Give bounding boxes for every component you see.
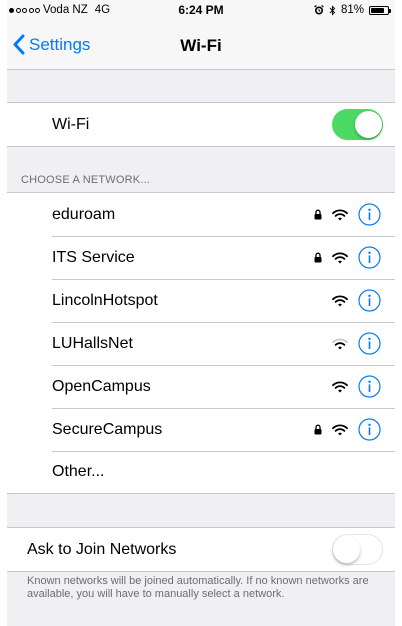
network-status-icons <box>314 289 381 312</box>
wifi-signal-icon <box>332 208 348 220</box>
lock-icon <box>314 252 322 263</box>
info-icon[interactable] <box>358 332 381 355</box>
lock-icon <box>314 424 322 435</box>
network-name: OpenCampus <box>52 377 151 395</box>
ask-to-join-label: Ask to Join Networks <box>27 540 177 558</box>
other-network-row[interactable]: Other... <box>7 450 395 493</box>
wifi-signal-icon <box>332 337 348 349</box>
network-status-icons <box>314 418 381 441</box>
network-status-icons <box>314 375 381 398</box>
wifi-signal-icon <box>332 251 348 263</box>
other-network-label: Other... <box>52 462 105 480</box>
info-icon[interactable] <box>358 246 381 269</box>
network-name: LincolnHotspot <box>52 291 158 309</box>
wifi-signal-icon <box>332 380 348 392</box>
status-right: 81% <box>314 4 391 16</box>
navigation-bar: Settings Wi-Fi <box>7 22 395 70</box>
network-name: SecureCampus <box>52 420 163 438</box>
network-status-icons <box>314 203 381 226</box>
ask-to-join-description: Known networks will be joined automatica… <box>27 575 369 600</box>
battery-percentage: 81% <box>340 4 364 16</box>
network-name: eduroam <box>52 205 116 223</box>
alarm-icon <box>314 5 324 15</box>
page-title: Wi-Fi <box>180 36 222 55</box>
network-status-icons <box>314 332 381 355</box>
network-name: ITS Service <box>52 248 135 266</box>
status-bar: Voda NZ 4G 6:24 PM 81% <box>7 0 395 22</box>
wifi-toggle-label: Wi-Fi <box>52 115 90 133</box>
ask-to-join-row: Ask to Join Networks <box>7 528 395 571</box>
bluetooth-icon <box>329 4 336 16</box>
lock-icon <box>314 209 322 220</box>
network-row[interactable]: OpenCampus <box>7 365 395 408</box>
wifi-signal-icon <box>332 294 348 306</box>
network-row[interactable]: eduroam <box>7 193 395 236</box>
wifi-toggle-row: Wi-Fi <box>7 103 395 146</box>
battery-icon <box>369 5 391 15</box>
wifi-toggle-switch[interactable] <box>332 109 383 140</box>
network-row[interactable]: ITS Service <box>7 236 395 279</box>
network-row[interactable]: LUHallsNet <box>7 322 395 365</box>
info-icon[interactable] <box>358 203 381 226</box>
info-icon[interactable] <box>358 289 381 312</box>
network-status-icons <box>314 246 381 269</box>
ask-to-join-switch[interactable] <box>332 534 383 565</box>
info-icon[interactable] <box>358 375 381 398</box>
wifi-settings-screen: Voda NZ 4G 6:24 PM 81% Settings Wi-Fi Wi… <box>7 0 395 626</box>
network-row[interactable]: SecureCampus <box>7 408 395 451</box>
choose-network-header: CHOOSE A NETWORK... <box>21 174 151 186</box>
network-name: LUHallsNet <box>52 334 133 352</box>
info-icon[interactable] <box>358 418 381 441</box>
wifi-signal-icon <box>332 423 348 435</box>
network-row[interactable]: LincolnHotspot <box>7 279 395 322</box>
